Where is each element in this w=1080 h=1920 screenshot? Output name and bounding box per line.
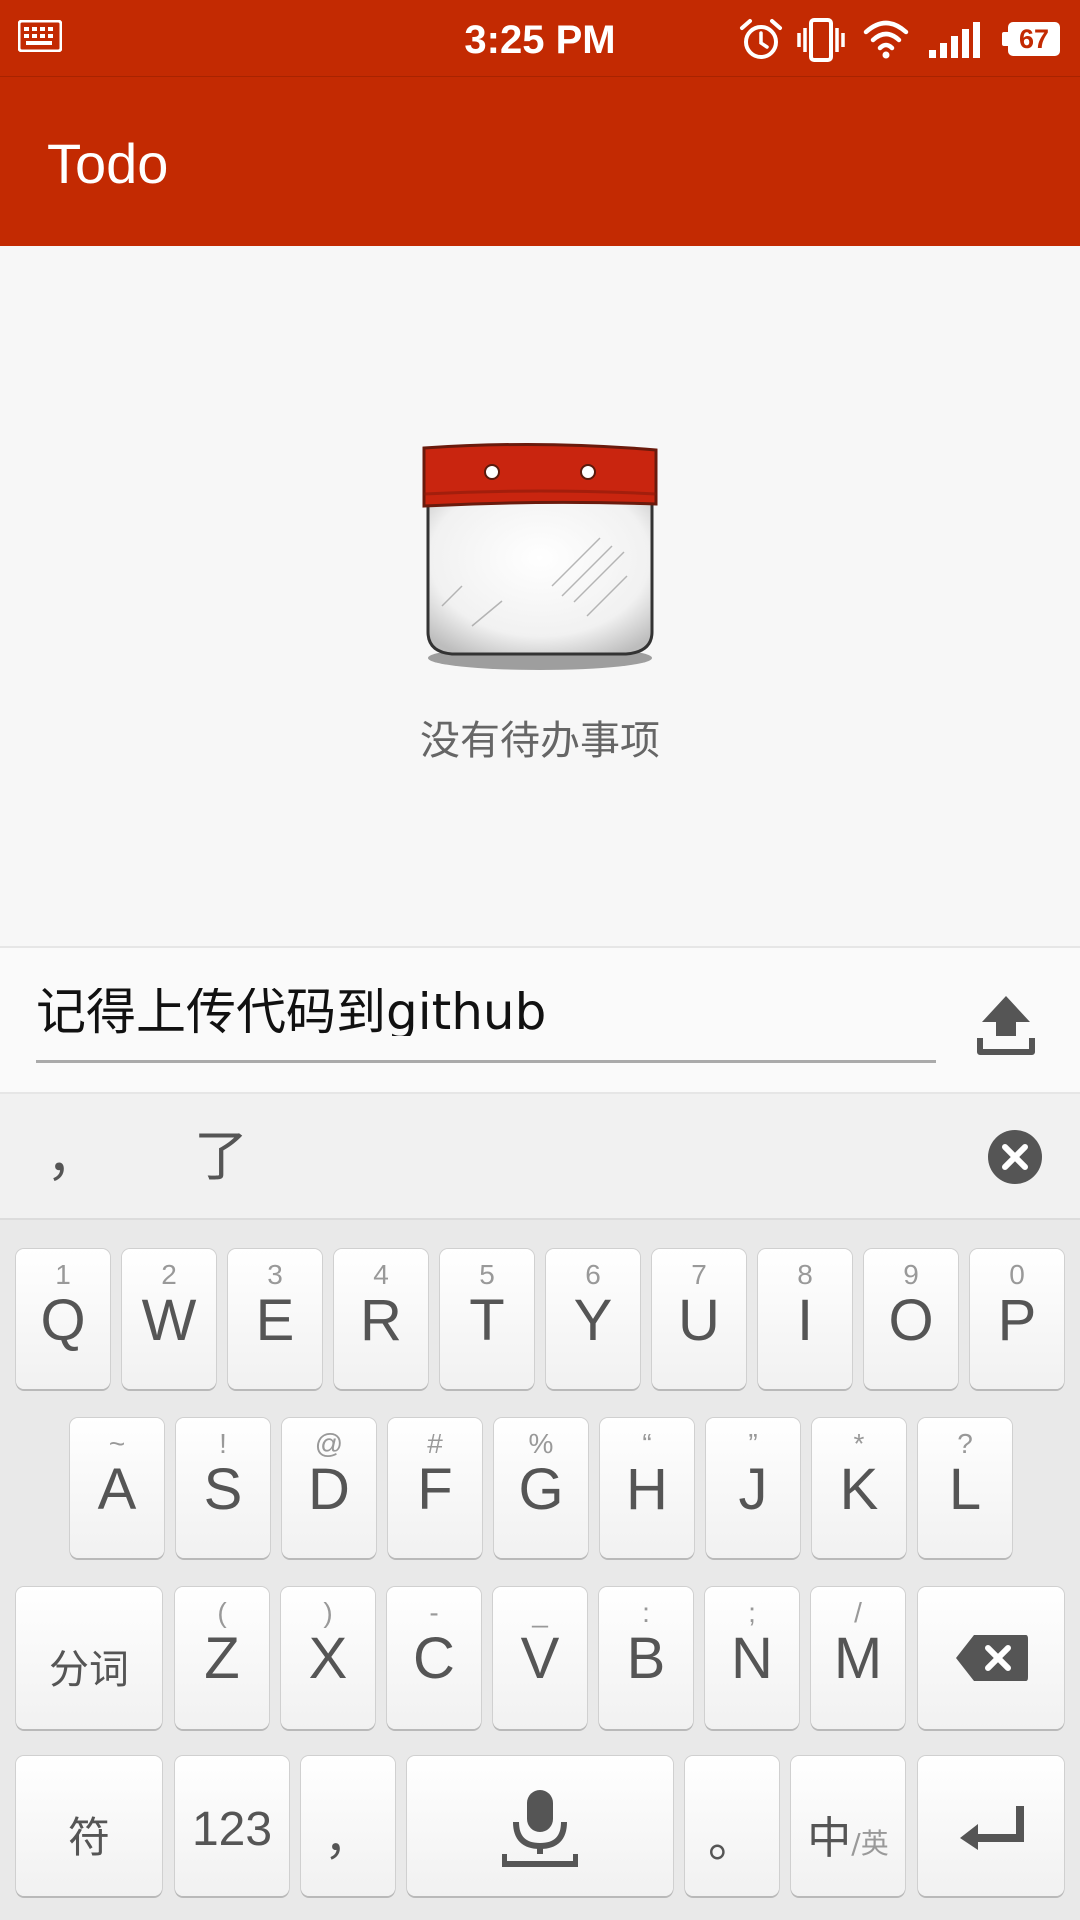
key-label: M [833, 1626, 883, 1691]
key-a[interactable]: ~ A [70, 1418, 164, 1558]
key-label: R [360, 1288, 402, 1353]
key-g[interactable]: % G [494, 1418, 588, 1558]
battery-icon: 67 [1002, 22, 1060, 56]
comma-key[interactable]: ， [301, 1756, 395, 1896]
todo-input[interactable]: 记得上传代码到github [36, 988, 936, 1036]
numbers-key[interactable]: 123 [175, 1756, 289, 1896]
key-label: D [308, 1457, 350, 1522]
segment-key[interactable]: 分词 [16, 1587, 162, 1729]
key-label: W [141, 1288, 197, 1353]
key-o[interactable]: 9O [864, 1249, 958, 1389]
symbols-key-label: 符 [67, 1813, 110, 1862]
period-key[interactable]: 。 [685, 1756, 779, 1896]
key-label: L [948, 1457, 982, 1522]
candidate-item[interactable]: ， [46, 1094, 100, 1220]
key-r[interactable]: 4R [334, 1249, 428, 1389]
key-label: A [97, 1457, 137, 1522]
status-time: 3:25 PM [464, 18, 616, 62]
input-bar: 记得上传代码到github [0, 946, 1080, 1094]
alarm-icon [740, 19, 782, 59]
input-underline [36, 1060, 936, 1063]
language-main-label: 中 [807, 1813, 852, 1864]
key-label: P [997, 1288, 1037, 1353]
backspace-icon [956, 1635, 1028, 1681]
key-c[interactable]: -C [387, 1587, 481, 1729]
space-key[interactable] [407, 1756, 673, 1896]
wifi-icon [863, 20, 909, 59]
key-label: I [796, 1288, 814, 1353]
key-u[interactable]: 7U [652, 1249, 746, 1389]
enter-icon [960, 1806, 1024, 1850]
app-bar: Todo [0, 77, 1080, 246]
candidate-item[interactable]: 了 [194, 1094, 248, 1220]
key-v[interactable]: _ V [493, 1587, 587, 1729]
key-q[interactable]: 1Q [16, 1249, 110, 1389]
key-y[interactable]: 6Y [546, 1249, 640, 1389]
key-k[interactable]: * K [812, 1418, 906, 1558]
key-b[interactable]: :B [599, 1587, 693, 1729]
segment-key-label: 分词 [49, 1647, 129, 1693]
key-label: Q [40, 1288, 86, 1353]
backspace-key[interactable] [918, 1587, 1064, 1729]
vibrate-icon [797, 18, 845, 62]
microphone-icon [502, 1790, 578, 1867]
empty-state: 没有待办事项 [0, 246, 1080, 946]
key-label: H [626, 1457, 668, 1522]
numbers-key-label: 123 [191, 1803, 273, 1856]
key-h[interactable]: “H [600, 1418, 694, 1558]
key-label: E [255, 1288, 295, 1353]
key-t[interactable]: 5T [440, 1249, 534, 1389]
key-label: K [839, 1457, 879, 1522]
key-d[interactable]: @ D [282, 1418, 376, 1558]
key-e[interactable]: 3E [228, 1249, 322, 1389]
key-label: Z [204, 1626, 240, 1691]
key-label: G [518, 1457, 564, 1522]
enter-key[interactable] [918, 1756, 1064, 1896]
key-f[interactable]: # F [388, 1418, 482, 1558]
key-m[interactable]: / M [811, 1587, 905, 1729]
key-label: O [888, 1288, 934, 1353]
close-icon[interactable] [988, 1130, 1042, 1184]
battery-level: 67 [1018, 24, 1050, 54]
key-label: X [308, 1626, 348, 1691]
signal-icon [929, 22, 980, 58]
keyboard: 1Q2W3E4R5T6Y7U8I9O0P ~ A! S @ D # F% G “H” J * K? L … [0, 1220, 1080, 1920]
key-x[interactable]: ) X [281, 1587, 375, 1729]
key-p[interactable]: 0P [970, 1249, 1064, 1389]
key-label: S [203, 1457, 243, 1522]
key-i[interactable]: 8I [758, 1249, 852, 1389]
key-label: C [413, 1626, 455, 1691]
key-label: B [626, 1626, 666, 1691]
status-bar: 3:25 PM 67 [0, 0, 1080, 77]
language-switch-key[interactable]: 中/英 [791, 1756, 905, 1896]
calendar-icon [422, 442, 658, 670]
key-label: Y [573, 1288, 613, 1353]
key-l[interactable]: ? L [918, 1418, 1012, 1558]
key-label: J [738, 1457, 768, 1522]
language-sub-label: /英 [851, 1827, 889, 1860]
empty-text: 没有待办事项 [420, 718, 660, 764]
key-label: V [520, 1626, 560, 1691]
key-n[interactable]: ; N [705, 1587, 799, 1729]
key-z[interactable]: (Z [175, 1587, 269, 1729]
key-label: N [731, 1626, 773, 1691]
app-title: Todo [47, 132, 169, 195]
symbols-key[interactable]: 符 [16, 1756, 162, 1896]
comma-key-label: ， [323, 1810, 372, 1866]
key-label: U [678, 1288, 720, 1353]
candidate-bar: ， 了 [0, 1094, 1080, 1220]
key-w[interactable]: 2W [122, 1249, 216, 1389]
key-label: T [469, 1288, 505, 1353]
period-key-label: 。 [707, 1812, 756, 1868]
key-j[interactable]: ” J [706, 1418, 800, 1558]
key-s[interactable]: ! S [176, 1418, 270, 1558]
key-label: F [417, 1457, 453, 1522]
upload-icon[interactable] [976, 994, 1036, 1056]
